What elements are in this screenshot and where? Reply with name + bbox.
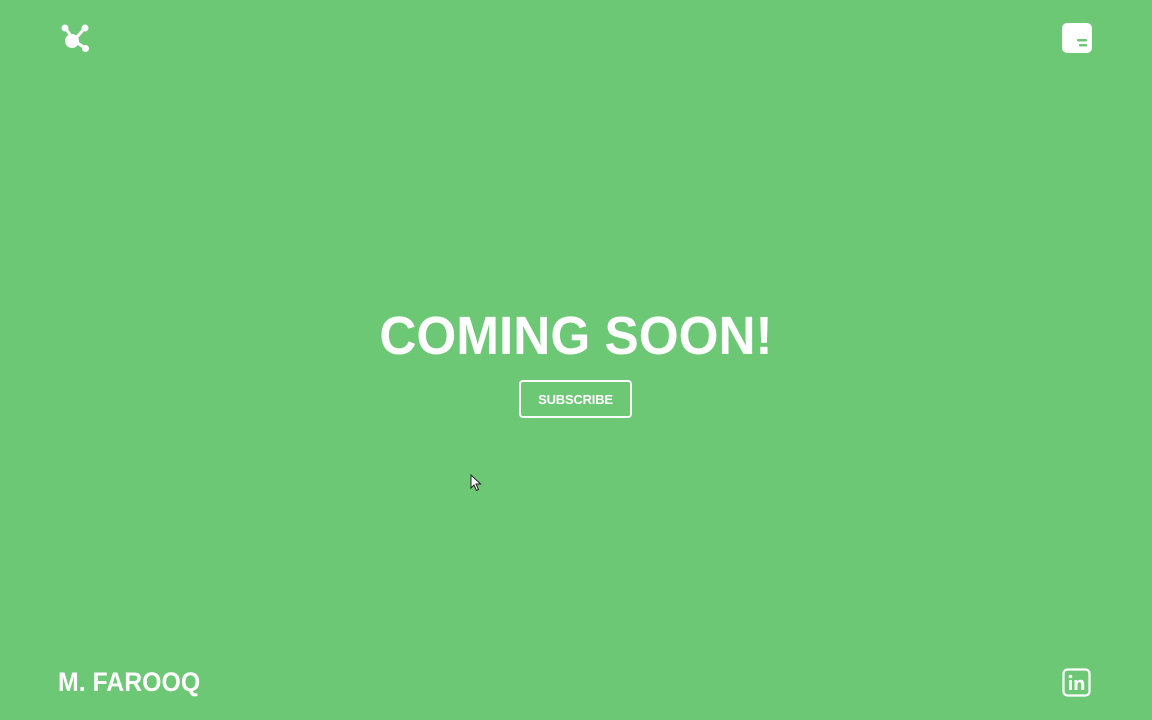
subscribe-button[interactable]: SUBSCRIBE	[519, 380, 632, 418]
coming-soon-page: COMING SOON! SUBSCRIBE M. FAROOQ	[0, 0, 1152, 720]
menu-panel-icon[interactable]	[1062, 23, 1092, 53]
hero-section: COMING SOON!	[0, 300, 1152, 372]
molecule-logo-icon[interactable]	[60, 23, 90, 53]
linkedin-icon[interactable]	[1062, 668, 1091, 697]
page-title: COMING SOON!	[379, 306, 773, 366]
brand-name[interactable]: M. FAROOQ	[58, 664, 200, 700]
mouse-cursor-icon	[470, 474, 482, 492]
